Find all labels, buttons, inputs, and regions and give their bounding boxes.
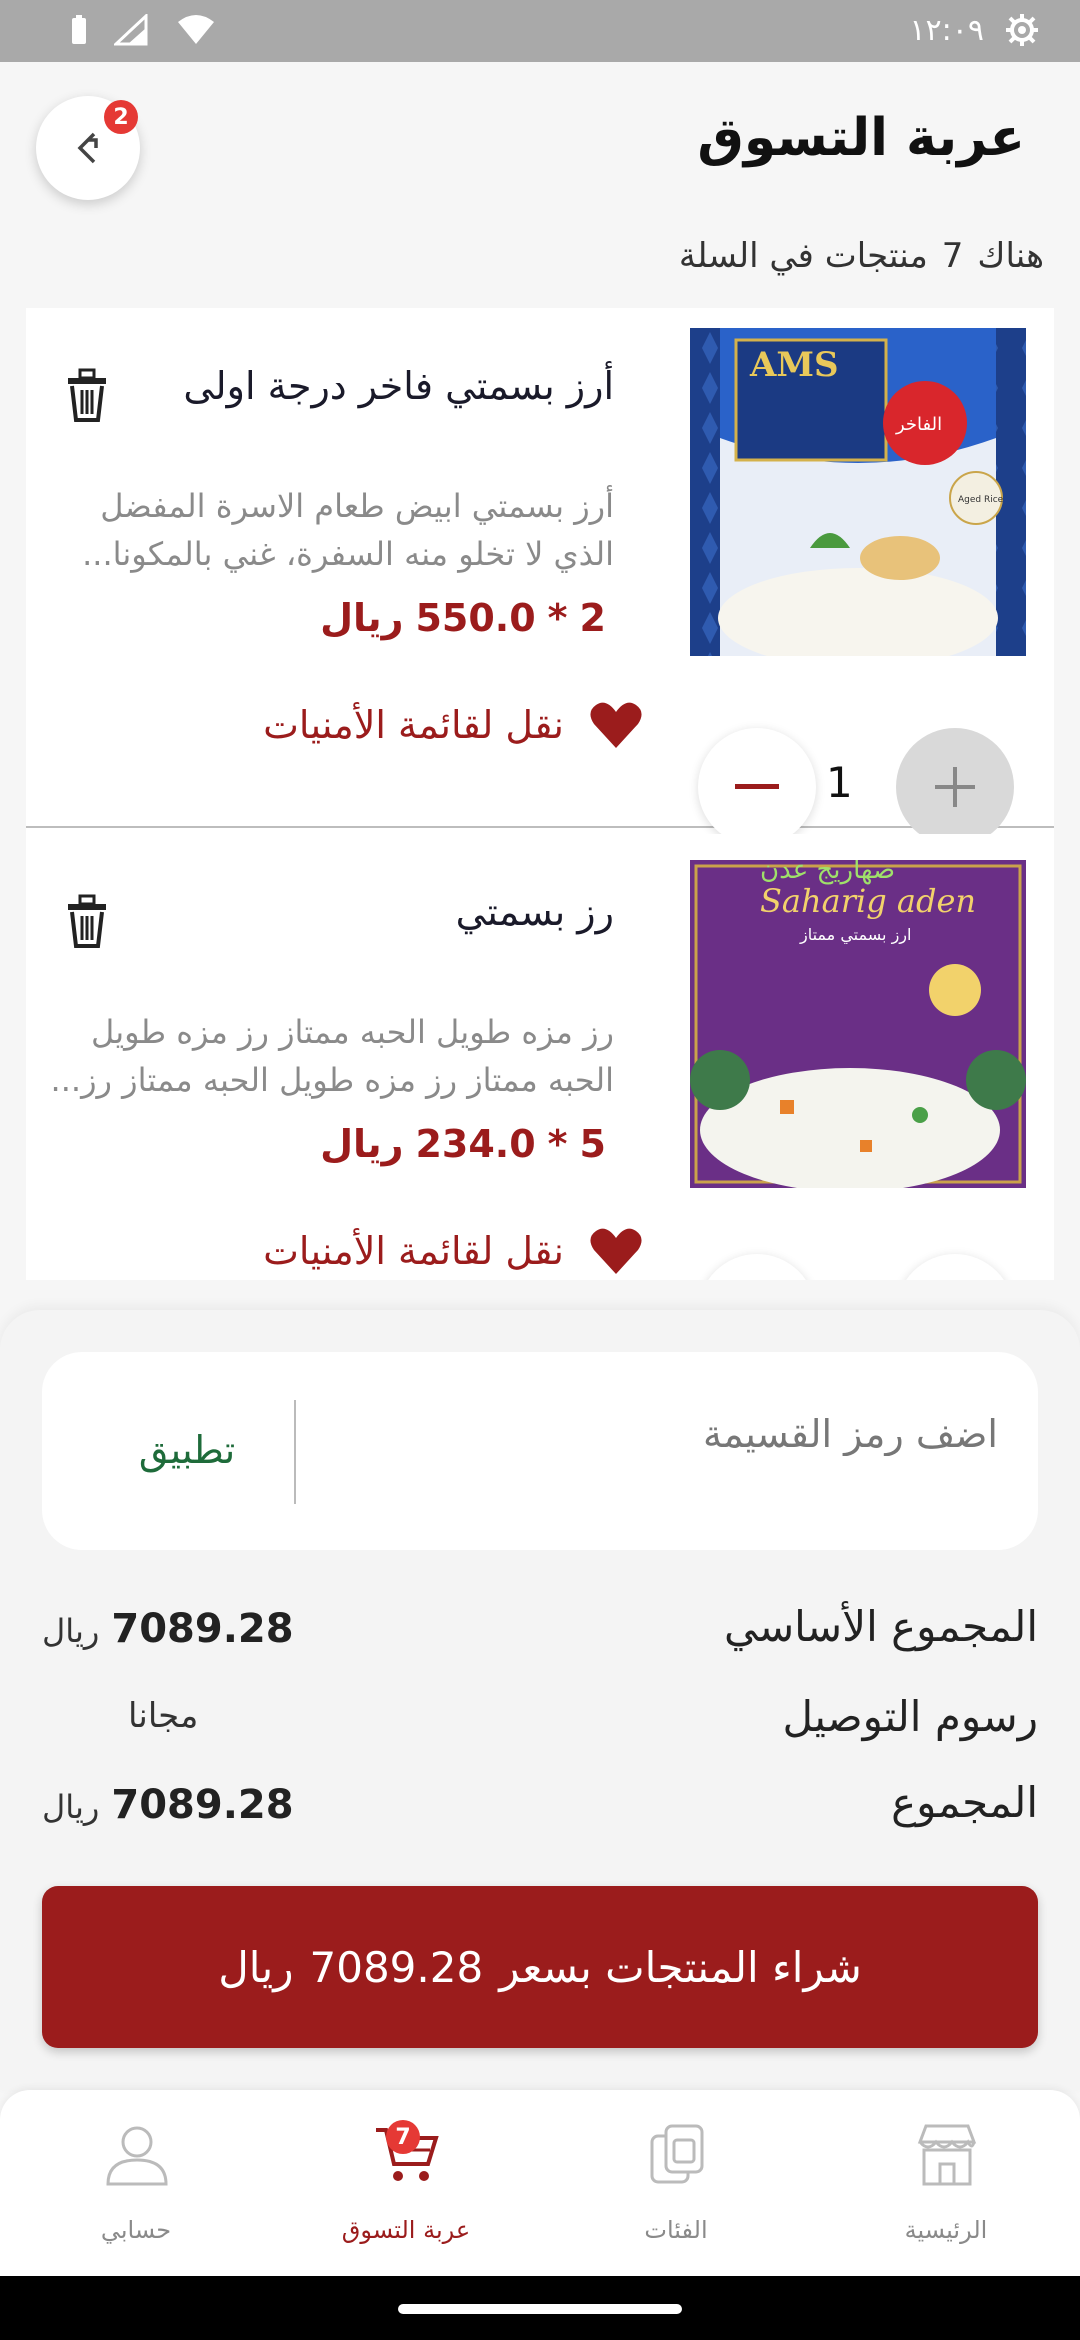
price-currency: ريال (320, 1122, 404, 1166)
buy-products-button[interactable]: شراء المنتجات بسعر 7089.28 ريال (42, 1886, 1038, 2048)
nav-categories[interactable]: الفئات (576, 2120, 776, 2260)
settings-gear-icon (1006, 14, 1038, 46)
nav-home-label: الرئيسية (904, 2216, 988, 2244)
product-description: رز مزه طويل الحبه ممتاز رز مزه طويل الحب… (50, 1013, 614, 1099)
decrease-quantity-button[interactable] (698, 1254, 816, 1280)
trash-icon[interactable] (62, 366, 112, 428)
bottom-navigation: الرئيسية الفئات 7 عربة التسوق حسابي (0, 2090, 1080, 2276)
delivery-label: رسوم التوصيل (782, 1692, 1038, 1741)
move-to-wishlist-button[interactable]: نقل لقائمة الأمنيات (263, 1226, 644, 1276)
product-name[interactable]: أرز بسمتي فاخر درجة اولى (183, 364, 614, 408)
apply-coupon-button[interactable]: تطبيق (102, 1410, 272, 1490)
package-brand: AMS (749, 345, 839, 385)
product-description: أرز بسمتي ابيض طعام الاسرة المفضل الذي ل… (82, 487, 614, 573)
subtotal-label: المجموع الأساسي (723, 1602, 1038, 1651)
delivery-value: مجانا (42, 1696, 198, 1736)
product-image: صهاريج عدن Saharig aden ارز بسمتي ممتاز (690, 860, 1026, 1188)
cart-item: صهاريج عدن Saharig aden ارز بسمتي ممتاز … (26, 834, 1054, 1280)
package-sub: ارز بسمتي ممتاز (799, 925, 911, 945)
product-name[interactable]: رز بسمتي (456, 890, 614, 934)
price-unit: 234.0 (415, 1122, 536, 1166)
package-badge: الفاخر (895, 414, 942, 435)
store-icon (917, 2124, 977, 2186)
status-bar: ١٢:٠٩ (0, 0, 1080, 62)
nav-account[interactable]: حسابي (36, 2120, 236, 2260)
package-brand: Saharig aden (760, 882, 976, 920)
count-prefix: هناك (977, 236, 1044, 276)
count-suffix: منتجات في السلة (678, 236, 928, 276)
cart-count-line: هناك 7 منتجات في السلة (679, 236, 1044, 276)
heart-icon (590, 702, 642, 748)
delivery-free: مجانا (128, 1696, 199, 1736)
coupon-box: تطبيق (42, 1352, 1038, 1550)
history-badge: 2 (104, 100, 138, 134)
price-unit: 550.0 (415, 596, 536, 640)
categories-icon (650, 2124, 704, 2184)
minus-icon (735, 784, 779, 789)
cart-item: AMS الفاخر Aged Rice أرز بسمتي فاخر درجة… (26, 308, 1054, 846)
subtotal-value: ريال 7089.28 (42, 1606, 294, 1652)
total-label: المجموع (891, 1778, 1038, 1827)
product-list[interactable]: AMS الفاخر Aged Rice أرز بسمتي فاخر درجة… (26, 308, 1054, 1280)
signal-icon (114, 14, 148, 46)
price-currency: ريال (320, 596, 404, 640)
user-icon (106, 2126, 168, 2186)
subtotal-amount: 7089.28 (111, 1606, 294, 1652)
product-price: 5 * 234.0 ريال (320, 1122, 606, 1166)
buy-amount: 7089.28 (309, 1942, 484, 1992)
count-value: 7 (941, 236, 964, 276)
history-icon (77, 132, 98, 164)
move-to-wishlist-button[interactable]: نقل لقائمة الأمنيات (263, 700, 644, 750)
cart-badge: 7 (386, 2120, 420, 2154)
plus-icon (935, 767, 975, 807)
wishlist-label: نقل لقائمة الأمنيات (263, 1229, 564, 1273)
wishlist-label: نقل لقائمة الأمنيات (263, 703, 564, 747)
product-image: AMS الفاخر Aged Rice (690, 328, 1026, 656)
nav-categories-label: الفئات (644, 2216, 708, 2244)
price-multiply: * (547, 1122, 568, 1166)
wifi-icon (178, 15, 214, 44)
total-amount: 7089.28 (111, 1782, 294, 1828)
total-currency: ريال (42, 1788, 100, 1826)
subtotal-row: المجموع الأساسي ريال 7089.28 (42, 1602, 1038, 1672)
decrease-quantity-button[interactable] (698, 728, 816, 846)
nav-cart[interactable]: 7 عربة التسوق (306, 2120, 506, 2260)
nav-home[interactable]: الرئيسية (846, 2120, 1046, 2260)
price-quantity: 5 (579, 1122, 606, 1166)
trash-icon[interactable] (62, 892, 112, 954)
home-gesture-handle[interactable] (398, 2304, 682, 2314)
battery-icon (72, 15, 86, 44)
system-gesture-bar (0, 2276, 1080, 2340)
package-sub: Aged Rice (958, 495, 1004, 505)
buy-currency: ريال (218, 1942, 294, 1992)
page-title: عربة التسوق (697, 108, 1025, 168)
price-multiply: * (547, 596, 568, 640)
nav-account-label: حسابي (100, 2216, 172, 2244)
checkout-panel: تطبيق المجموع الأساسي ريال 7089.28 رسوم … (0, 1310, 1080, 2090)
status-time: ١٢:٠٩ (909, 12, 984, 48)
delivery-row: رسوم التوصيل مجانا (42, 1692, 1038, 1762)
heart-icon (590, 1228, 642, 1274)
product-price: 2 * 550.0 ريال (320, 596, 606, 640)
total-value: ريال 7089.28 (42, 1782, 294, 1828)
buy-label: شراء المنتجات بسعر (499, 1942, 862, 1992)
coupon-code-input[interactable] (338, 1412, 998, 1456)
increase-quantity-button[interactable] (896, 1254, 1014, 1280)
price-quantity: 2 (579, 596, 606, 640)
nav-cart-label: عربة التسوق (341, 2216, 471, 2244)
total-row: المجموع ريال 7089.28 (42, 1778, 1038, 1848)
coupon-divider (294, 1400, 296, 1504)
quantity-value: 1 (826, 758, 853, 807)
history-button[interactable]: 2 (36, 96, 140, 200)
increase-quantity-button[interactable] (896, 728, 1014, 846)
subtotal-currency: ريال (42, 1612, 100, 1650)
